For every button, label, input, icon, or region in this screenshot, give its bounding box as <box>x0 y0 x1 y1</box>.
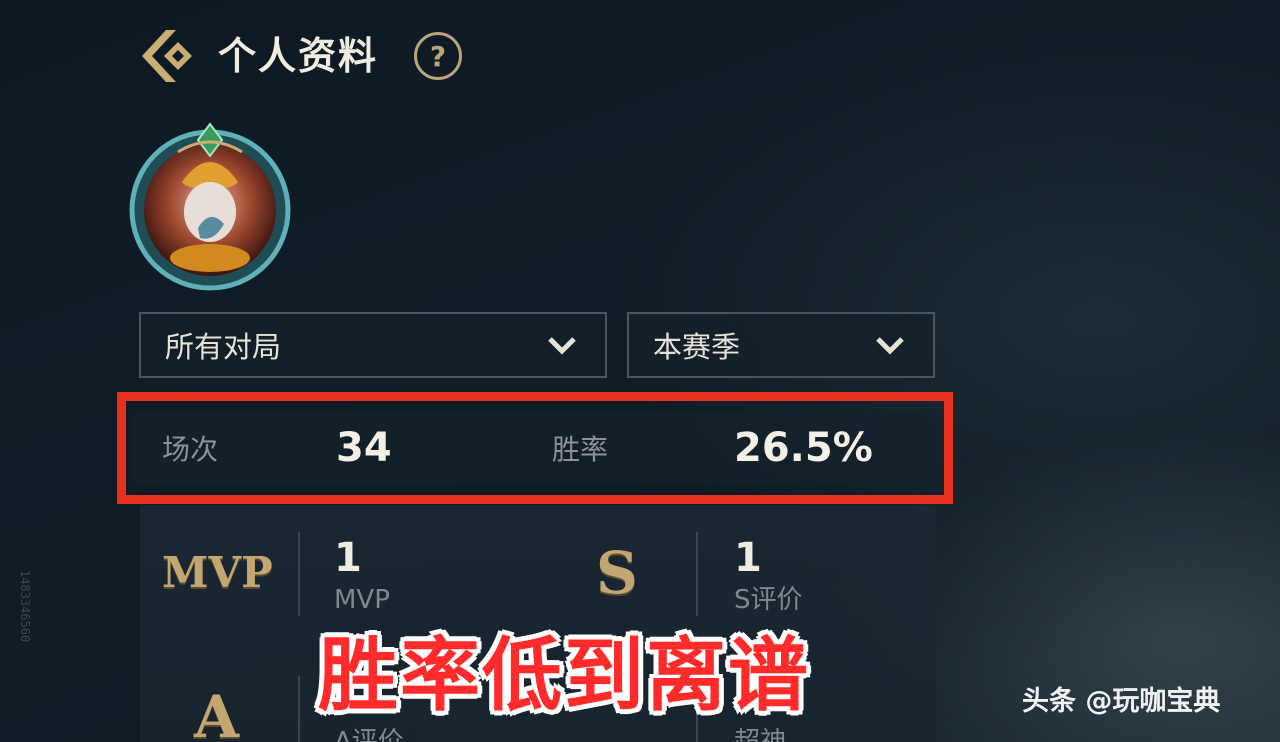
s-rating-count: 1 <box>734 535 762 581</box>
godlike-label: 超神 <box>734 727 787 742</box>
divider <box>696 532 698 616</box>
divider <box>298 676 300 742</box>
season-filter-dropdown[interactable]: 本赛季 <box>627 312 935 378</box>
overlay-caption: 胜率低到离谱 <box>318 629 810 722</box>
page-title: 个人资料 <box>218 34 379 78</box>
divider <box>298 532 300 616</box>
avatar[interactable] <box>128 112 292 292</box>
mode-filter-value: 所有对局 <box>165 330 282 364</box>
a-rating-label: A评价 <box>334 727 404 742</box>
chevron-down-icon <box>876 337 904 355</box>
mvp-badge: MVP <box>162 548 273 597</box>
season-filter-value: 本赛季 <box>653 330 741 364</box>
watermark: 头条 @玩咖宝典 <box>1022 686 1221 717</box>
a-rating-badge: A <box>194 683 240 742</box>
back-arrow-icon <box>142 30 192 82</box>
mvp-label: MVP <box>334 585 390 615</box>
mode-filter-dropdown[interactable]: 所有对局 <box>139 312 607 378</box>
chevron-down-icon <box>548 337 576 355</box>
highlight-box <box>117 392 953 504</box>
back-button[interactable] <box>138 26 198 86</box>
s-rating-label: S评价 <box>734 585 803 615</box>
help-icon[interactable]: ? <box>414 32 462 80</box>
s-rating-badge: S <box>596 539 638 607</box>
side-id-text: 1483346560 <box>18 570 32 643</box>
mvp-count: 1 <box>334 535 362 581</box>
